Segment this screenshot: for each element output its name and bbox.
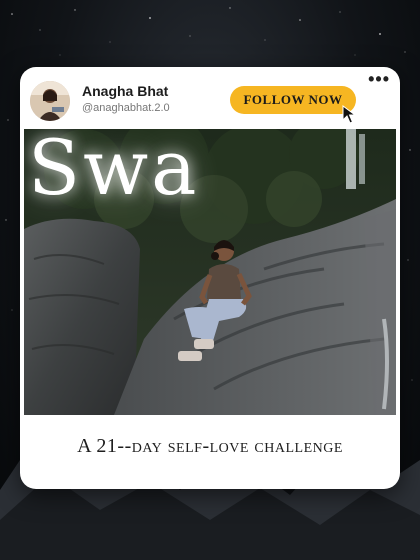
follow-now-button[interactable]: FOLLOW NOW — [230, 86, 356, 114]
avatar[interactable] — [30, 81, 70, 121]
avatar-image — [30, 81, 70, 121]
pointer-cursor-icon — [342, 105, 357, 124]
profile-name[interactable]: Anagha Bhat — [82, 83, 168, 99]
post-card: Anagha Bhat @anaghabhat.2.0 FOLLOW NOW •… — [20, 67, 400, 489]
post-title: Swa — [28, 129, 200, 212]
more-options-icon[interactable]: ••• — [368, 69, 390, 90]
profile-handle[interactable]: @anaghabhat.2.0 — [82, 102, 170, 114]
post-caption: A 21--day self-love challenge — [77, 435, 343, 457]
post-photo: Swa — [24, 129, 396, 415]
